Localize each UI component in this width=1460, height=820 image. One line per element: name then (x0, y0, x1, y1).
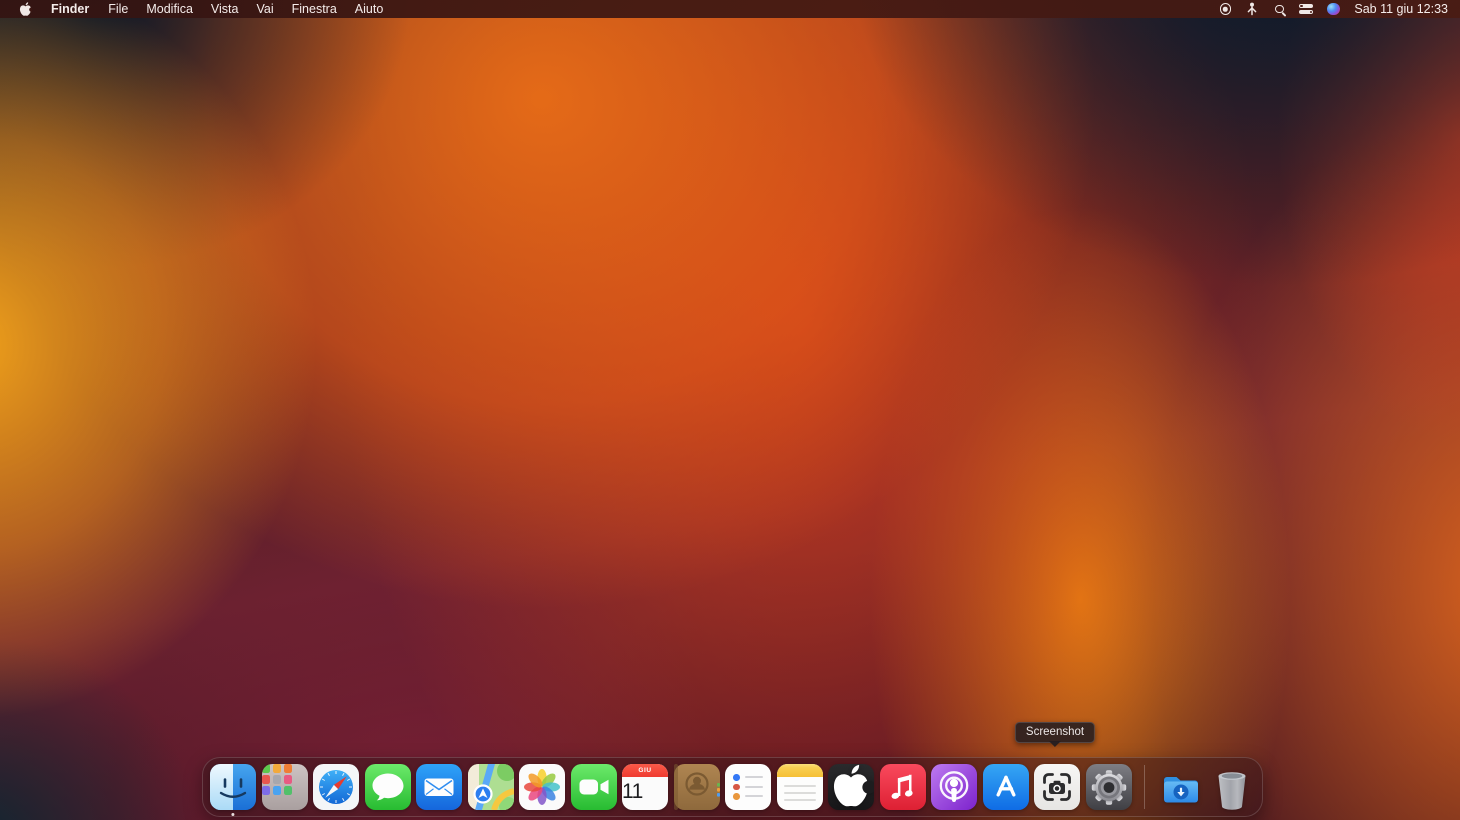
trash-icon (1209, 764, 1255, 810)
dock-item-facetime[interactable] (571, 764, 617, 810)
launchpad-icon (262, 764, 308, 810)
messages-icon (365, 764, 411, 810)
dock-item-notes[interactable] (777, 764, 823, 810)
contacts-icon (674, 764, 720, 810)
spotlight-search-icon[interactable] (1269, 0, 1289, 18)
calendar-month: GIU (622, 764, 668, 777)
menu-bar-clock[interactable]: Sab 11 giu 12:33 (1350, 2, 1448, 16)
menu-bar: Finder File Modifica Vista Vai Finestra … (0, 0, 1460, 18)
dock-item-messages[interactable] (365, 764, 411, 810)
dock-item-system-settings[interactable] (1086, 764, 1132, 810)
music-icon (880, 764, 926, 810)
dock-item-music[interactable] (880, 764, 926, 810)
reminders-icon (725, 764, 771, 810)
menu-modifica[interactable]: Modifica (137, 0, 202, 18)
screenshot-icon (1034, 764, 1080, 810)
photos-icon (519, 764, 565, 810)
accessibility-antenna-icon[interactable] (1242, 0, 1262, 18)
dock-tooltip: Screenshot (1015, 722, 1095, 743)
maps-icon (468, 764, 514, 810)
podcasts-icon (931, 764, 977, 810)
system-settings-icon (1086, 764, 1132, 810)
dock-item-apple-tv[interactable]: tv (828, 764, 874, 810)
apple-logo-small-icon (828, 764, 874, 810)
calendar-icon: GIU 11 (622, 764, 668, 810)
apple-logo-icon (19, 2, 32, 17)
menu-finestra[interactable]: Finestra (283, 0, 346, 18)
finder-icon (210, 764, 256, 810)
menu-finder[interactable]: Finder (41, 0, 99, 18)
facetime-icon (571, 764, 617, 810)
dock-item-calendar[interactable]: GIU 11 (622, 764, 668, 810)
safari-icon (313, 764, 359, 810)
dock-item-app-store[interactable] (983, 764, 1029, 810)
dock-item-maps[interactable] (468, 764, 514, 810)
notes-icon (777, 764, 823, 810)
screen-recording-stop-icon[interactable] (1215, 0, 1235, 18)
siri-icon[interactable] (1323, 0, 1343, 18)
dock-item-contacts[interactable] (674, 764, 720, 810)
calendar-day: 11 (622, 781, 668, 802)
dock-item-launchpad[interactable] (262, 764, 308, 810)
menu-aiuto[interactable]: Aiuto (346, 0, 393, 18)
mail-icon (416, 764, 462, 810)
dock-item-trash[interactable] (1209, 764, 1255, 810)
dock-item-safari[interactable] (313, 764, 359, 810)
dock-item-photos[interactable] (519, 764, 565, 810)
app-store-icon (983, 764, 1029, 810)
downloads-folder-icon (1158, 764, 1204, 810)
dock-item-finder[interactable] (210, 764, 256, 810)
apple-tv-icon: tv (828, 764, 874, 810)
desktop[interactable]: Finder File Modifica Vista Vai Finestra … (0, 0, 1460, 820)
dock: GIU 11 (202, 757, 1263, 817)
menu-vista[interactable]: Vista (202, 0, 248, 18)
dock-item-mail[interactable] (416, 764, 462, 810)
menu-file[interactable]: File (99, 0, 137, 18)
apple-menu[interactable] (10, 0, 41, 18)
dock-separator (1144, 765, 1145, 809)
menu-vai[interactable]: Vai (247, 0, 282, 18)
control-center-icon[interactable] (1296, 0, 1316, 18)
dock-item-downloads[interactable] (1158, 764, 1204, 810)
dock-item-reminders[interactable] (725, 764, 771, 810)
dock-item-screenshot[interactable] (1034, 764, 1080, 810)
dock-item-podcasts[interactable] (931, 764, 977, 810)
